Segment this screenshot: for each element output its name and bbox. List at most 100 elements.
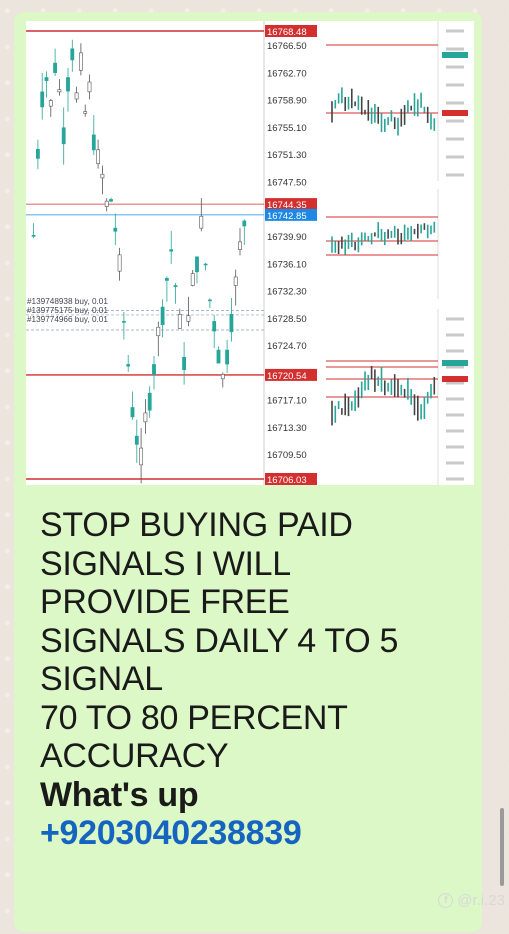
candle-body: [160, 306, 165, 326]
candle-body: [238, 241, 242, 250]
candle-body: [109, 199, 113, 202]
candle-body: [208, 299, 212, 302]
candle-body: [195, 256, 199, 273]
candle-body: [78, 52, 83, 71]
chart-screenshot-image[interactable]: 16766.50 16762.70 16758.90 16755.10 16751.30…: [26, 21, 474, 485]
candle-body: [139, 447, 144, 466]
message-line: SIGNAL: [40, 660, 163, 698]
price-tick-label: 16713.30: [267, 423, 307, 434]
price-level-tag-label: 16768.48: [267, 27, 307, 38]
candle-body: [199, 215, 204, 229]
scrollbar-thumb[interactable]: [500, 808, 504, 886]
price-tick-label: 16717.10: [267, 396, 307, 407]
candle-body: [147, 392, 152, 411]
message-text: STOP BUYING PAID SIGNALS I WILL PROVIDE …: [40, 506, 480, 853]
candle-body: [117, 254, 122, 272]
price-tick-label: 16758.90: [267, 96, 307, 107]
candle-body: [182, 356, 187, 370]
candle-body: [156, 326, 161, 337]
price-level-tag-label: 16706.03: [267, 475, 307, 485]
mini-chart-top-svg: [326, 21, 474, 181]
candle-body: [242, 220, 247, 227]
candle-body: [233, 276, 238, 286]
price-tick-label: 16739.90: [267, 232, 307, 243]
mini-tick-label: [446, 461, 464, 465]
candle-body: [220, 374, 225, 380]
candle-body: [152, 364, 156, 375]
candle-body: [53, 62, 58, 73]
message-line: SIGNALS DAILY 4 TO 5: [40, 621, 399, 660]
mini-tick-label: [446, 29, 464, 33]
candle-body: [173, 285, 178, 287]
mini-tick-label: [446, 101, 464, 105]
mini-chart-middle-svg: [326, 189, 474, 299]
mini-chart-top: [326, 21, 474, 181]
mini-tick-label: [446, 155, 464, 159]
candle-body: [83, 111, 88, 114]
mini-tick-label: [446, 83, 464, 87]
watermark: f @r.i.23: [438, 892, 505, 909]
candle-body: [130, 407, 135, 418]
price-tick-label: 16724.70: [267, 341, 307, 352]
candle-body: [177, 314, 182, 329]
watermark-text: @r.i.23: [457, 892, 505, 909]
message-bubble[interactable]: 16766.50 16762.70 16758.90 16755.10 16751.30…: [14, 12, 482, 932]
candle-body: [44, 77, 49, 81]
candle-body: [70, 48, 75, 61]
price-tick-label: 16728.50: [267, 314, 307, 325]
mini-tick-label: [446, 477, 464, 481]
price-tick-label: 16755.10: [267, 123, 307, 134]
mini-tick-label: [446, 397, 464, 401]
candle-body: [91, 134, 96, 151]
candle-body: [203, 263, 208, 266]
candle-body: [104, 200, 109, 207]
price-tick-label: 16766.50: [267, 41, 307, 52]
message-line: SIGNALS I WILL: [40, 544, 291, 583]
candle-body: [40, 91, 45, 108]
mini-tick-label: [446, 413, 464, 417]
candle-body: [229, 313, 234, 333]
candle-body: [186, 315, 191, 322]
mini-tick-label: [446, 119, 464, 123]
candle-body: [57, 89, 62, 93]
candle-body: [61, 127, 66, 145]
candle-body: [100, 173, 105, 179]
candle-body: [122, 321, 126, 323]
candle-body: [126, 364, 131, 367]
candle-body: [134, 435, 139, 445]
candle-body: [143, 412, 148, 423]
candle-body: [216, 349, 221, 364]
whatsapp-label: What's up: [40, 775, 199, 814]
message-line: ACCURACY: [40, 737, 229, 775]
order-label: #139748938 buy, 0.01: [27, 297, 108, 306]
mini-price-tag: [442, 52, 468, 58]
message-line: 70 TO 80 PERCENT: [40, 698, 348, 737]
price-tick-label: 16736.10: [267, 259, 307, 270]
candle-body: [113, 227, 118, 232]
candle-body: [169, 249, 174, 252]
mini-chart-bottom: [326, 309, 474, 485]
mini-level-tag: [442, 376, 468, 382]
message-line: STOP BUYING PAID: [40, 506, 353, 544]
candle-body: [225, 349, 230, 365]
main-chart-svg: 16766.50 16762.70 16758.90 16755.10 16751.30…: [26, 21, 317, 485]
mini-chart-middle: [326, 189, 474, 299]
main-price-chart: 16766.50 16762.70 16758.90 16755.10 16751.30…: [26, 21, 344, 485]
mini-tick-label: [446, 429, 464, 433]
price-tick-label: 16732.30: [267, 287, 307, 298]
message-line: PROVIDE FREE: [40, 583, 290, 621]
mini-tick-label: [446, 47, 464, 51]
mini-tick-label: [446, 333, 464, 337]
candle-body: [87, 81, 92, 93]
order-label: #139775175 buy, 0.01: [27, 306, 108, 315]
mini-tick-label: [446, 445, 464, 449]
mini-price-tag: [442, 360, 468, 366]
price-tick-label: 16747.50: [267, 178, 307, 189]
facebook-icon: f: [438, 893, 454, 908]
phone-number-link[interactable]: +9203040238839: [40, 814, 480, 853]
price-tick-label: 16762.70: [267, 68, 307, 79]
mini-level-tag: [442, 110, 468, 116]
candle-body: [165, 278, 169, 281]
candle-body: [36, 148, 40, 159]
price-level-tag-label: 16742.85: [267, 211, 307, 222]
